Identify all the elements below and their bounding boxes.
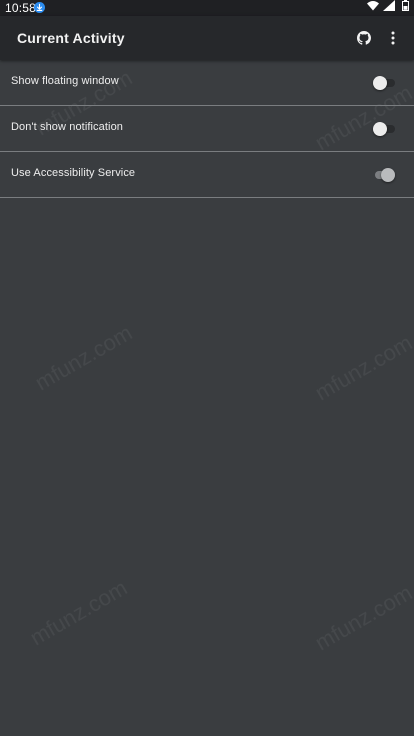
settings-list: Show floating window Don't show notifica… <box>0 60 414 198</box>
screen: mfunz.com mfunz.com mfunz.com mfunz.com … <box>0 0 414 736</box>
floating-window-switch[interactable] <box>373 76 395 90</box>
page-title: Current Activity <box>17 30 125 46</box>
more-vert-icon[interactable] <box>389 30 397 46</box>
wifi-icon <box>367 1 379 11</box>
status-bar: 10:58 <box>0 0 414 16</box>
setting-dont-show-notification[interactable]: Don't show notification <box>0 106 414 152</box>
watermark: mfunz.com <box>310 329 414 406</box>
battery-icon <box>402 0 409 11</box>
setting-label: Don't show notification <box>11 121 124 133</box>
setting-label: Use Accessibility Service <box>11 167 136 179</box>
setting-label: Show floating window <box>11 75 119 87</box>
download-icon <box>34 2 45 13</box>
status-time: 10:58 <box>5 1 37 15</box>
app-bar: Current Activity <box>0 16 414 60</box>
watermark: mfunz.com <box>25 574 132 651</box>
setting-use-accessibility-service: Use Accessibility Service <box>0 152 414 198</box>
accessibility-service-switch <box>373 168 395 182</box>
github-icon[interactable] <box>357 31 371 45</box>
notification-switch[interactable] <box>373 122 395 136</box>
signal-icon <box>383 0 395 11</box>
setting-show-floating-window[interactable]: Show floating window <box>0 60 414 106</box>
watermark: mfunz.com <box>30 319 137 396</box>
watermark: mfunz.com <box>310 579 414 656</box>
